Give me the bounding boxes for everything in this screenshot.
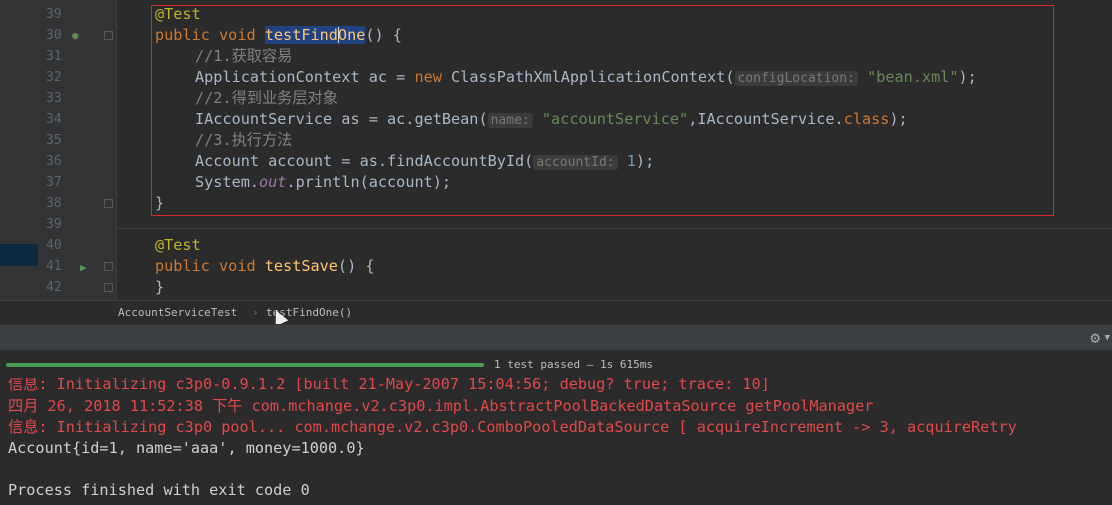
code-text: ); <box>889 110 908 128</box>
editor-gutter[interactable]: 39 30 31 32 33 34 35 36 37 38 39 40 41 4… <box>38 0 117 300</box>
code-text: ); <box>958 68 977 86</box>
string-literal: "accountService" <box>541 110 689 128</box>
code-line[interactable]: ApplicationContext ac = new ClassPathXml… <box>195 67 977 89</box>
test-progress-bar <box>6 363 484 367</box>
comment: //3.执行方法 <box>195 131 293 149</box>
run-test-icon[interactable]: ▶ <box>80 257 87 278</box>
code-text: ); <box>635 152 655 170</box>
code-text: ClassPathXmlApplicationContext( <box>441 68 735 86</box>
annotation: @Test <box>155 236 201 254</box>
code-line[interactable]: //2.得到业务层对象 <box>195 88 338 109</box>
method-name-selected[interactable]: testFindOne <box>264 26 366 44</box>
selected-tool-strip <box>0 244 38 266</box>
code-line[interactable]: public void testFindOne() { <box>155 25 402 46</box>
line-number: 32 <box>46 70 62 85</box>
keyword: void <box>219 26 256 44</box>
test-status-text: 1 test passed – 1s 615ms <box>494 358 653 371</box>
line-number: 41 <box>46 259 62 274</box>
line-number: 40 <box>46 238 62 253</box>
comment: //1.获取容易 <box>195 47 293 65</box>
line-number: 34 <box>46 112 62 127</box>
code-line[interactable]: IAccountService as = ac.getBean(name: "a… <box>195 109 908 131</box>
line-number: 30 <box>46 28 62 43</box>
test-run-status-bar: 1 test passed – 1s 615ms <box>0 350 1112 378</box>
line-number: 33 <box>46 91 62 106</box>
keyword: class <box>843 110 890 128</box>
keyword: void <box>219 257 256 275</box>
code-text: } <box>155 194 165 212</box>
fold-marker-icon[interactable] <box>104 199 113 208</box>
parameter-hint: name: <box>487 113 533 128</box>
code-text: IAccountService as = ac.getBean( <box>195 110 488 128</box>
code-text: () { <box>337 257 375 275</box>
code-line[interactable]: Account account = as.findAccountById(acc… <box>195 151 654 173</box>
annotation: @Test <box>155 5 201 23</box>
number-literal: 1 <box>626 152 636 170</box>
code-text: () { <box>365 26 402 44</box>
static-field: out <box>259 173 287 191</box>
fold-marker-icon[interactable] <box>104 262 113 271</box>
code-line[interactable]: @Test <box>155 235 201 256</box>
parameter-hint: accountId: <box>533 155 618 170</box>
run-test-icon[interactable]: ◉ <box>72 25 79 46</box>
line-number: 42 <box>46 280 62 295</box>
run-toolbar: ⚙ ▼ <box>0 324 1112 351</box>
chevron-down-icon[interactable]: ▼ <box>1105 333 1110 343</box>
code-line[interactable]: //1.获取容易 <box>195 46 292 67</box>
line-number: 39 <box>46 7 62 22</box>
code-line[interactable]: @Test <box>155 4 201 25</box>
fold-marker-icon[interactable] <box>104 31 113 40</box>
method-name-part: One <box>337 26 366 44</box>
breadcrumb-separator: › <box>252 306 259 319</box>
method-name: testSave <box>264 257 338 275</box>
code-text: Account account = as.findAccountById( <box>195 152 534 170</box>
console-line: 信息: Initializing c3p0 pool... com.mchang… <box>8 418 1017 436</box>
code-line[interactable]: } <box>155 277 164 298</box>
code-line[interactable]: System.out.println(account); <box>195 172 451 193</box>
console-line: 四月 26, 2018 11:52:38 下午 com.mchange.v2.c… <box>8 397 874 415</box>
breadcrumb: AccountServiceTest › testFindOne() <box>0 300 1112 325</box>
line-number: 36 <box>46 154 62 169</box>
code-line[interactable]: //3.执行方法 <box>195 130 292 151</box>
code-text: ApplicationContext ac = <box>195 68 415 86</box>
keyword: public <box>155 257 210 275</box>
line-number: 35 <box>46 133 62 148</box>
code-text: .println(account); <box>286 173 452 191</box>
parameter-hint: configLocation: <box>734 71 858 86</box>
code-text: System. <box>195 173 260 191</box>
comment: //2.得到业务层对象 <box>195 89 338 107</box>
console-line: 信息: Initializing c3p0-0.9.1.2 [built 21-… <box>8 378 770 393</box>
code-text: ,IAccountService. <box>688 110 844 128</box>
string-literal: "bean.xml" <box>867 68 959 86</box>
code-line[interactable]: public void testSave() { <box>155 256 375 277</box>
method-separator <box>116 228 1112 229</box>
keyword: new <box>414 68 442 86</box>
tool-window-strip <box>0 0 38 300</box>
console-line: Process finished with exit code 0 <box>8 481 310 499</box>
line-number: 39 <box>46 217 62 232</box>
line-number: 31 <box>46 49 62 64</box>
line-number: 37 <box>46 175 62 190</box>
code-text: } <box>155 278 165 296</box>
code-editor[interactable]: 39 30 31 32 33 34 35 36 37 38 39 40 41 4… <box>0 0 1112 300</box>
line-number: 38 <box>46 196 62 211</box>
method-name-part: testFind <box>264 26 338 44</box>
breadcrumb-class[interactable]: AccountServiceTest <box>118 306 237 319</box>
gear-icon[interactable]: ⚙ <box>1090 328 1100 347</box>
keyword: public <box>155 26 210 44</box>
code-line[interactable]: } <box>155 193 164 214</box>
console-output[interactable]: 信息: Initializing c3p0-0.9.1.2 [built 21-… <box>0 378 1112 505</box>
fold-marker-icon[interactable] <box>104 283 113 292</box>
console-line: Account{id=1, name='aaa', money=1000.0} <box>8 439 365 457</box>
